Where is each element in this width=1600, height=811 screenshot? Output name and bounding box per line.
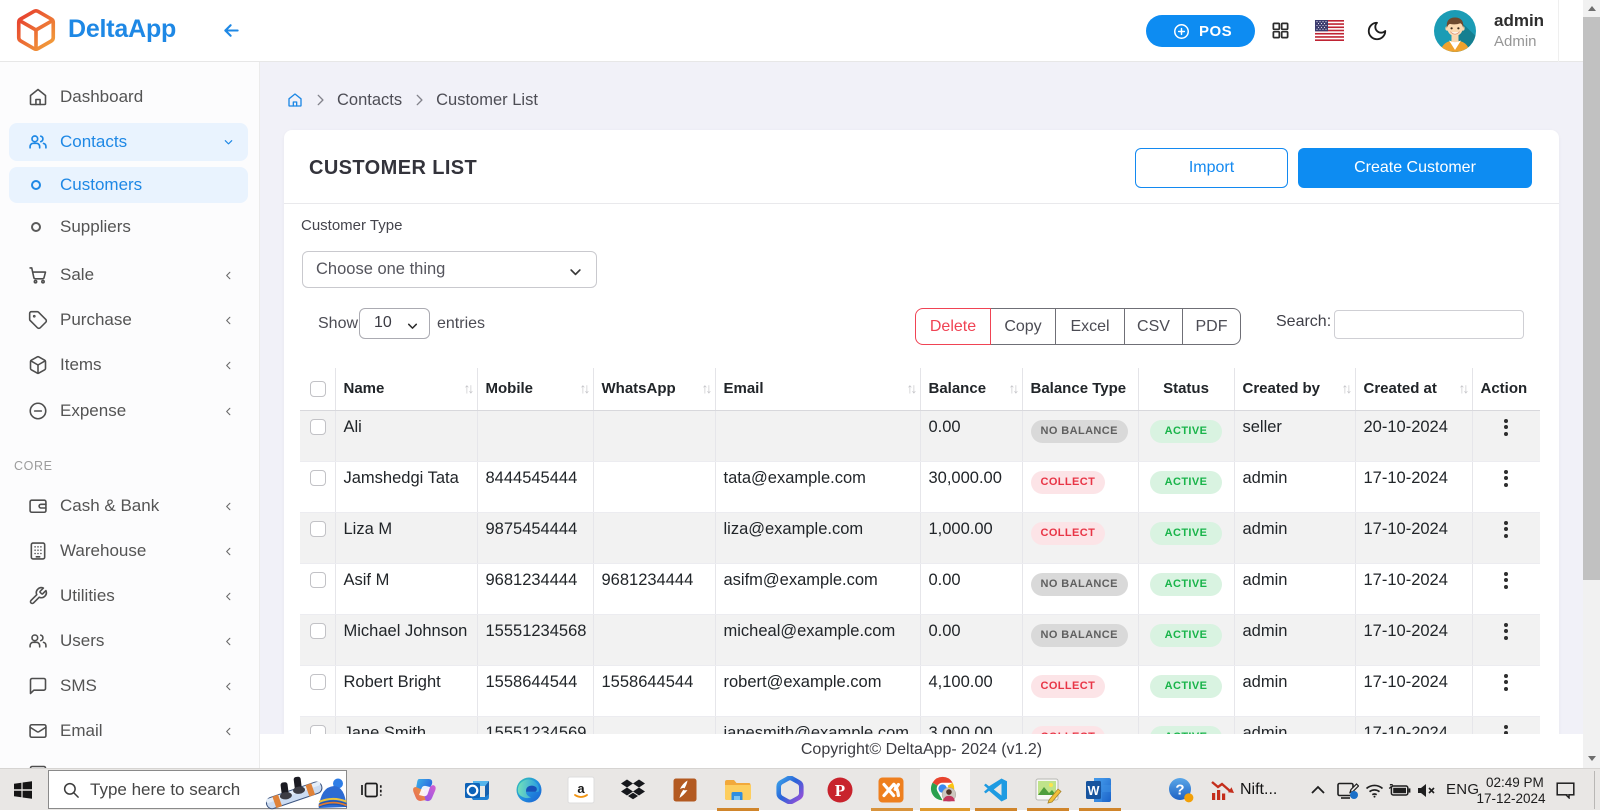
svg-text:?: ?	[1175, 782, 1184, 799]
svg-text:P: P	[835, 781, 845, 800]
svg-text:W: W	[1088, 784, 1100, 798]
svg-text:a: a	[577, 781, 585, 796]
